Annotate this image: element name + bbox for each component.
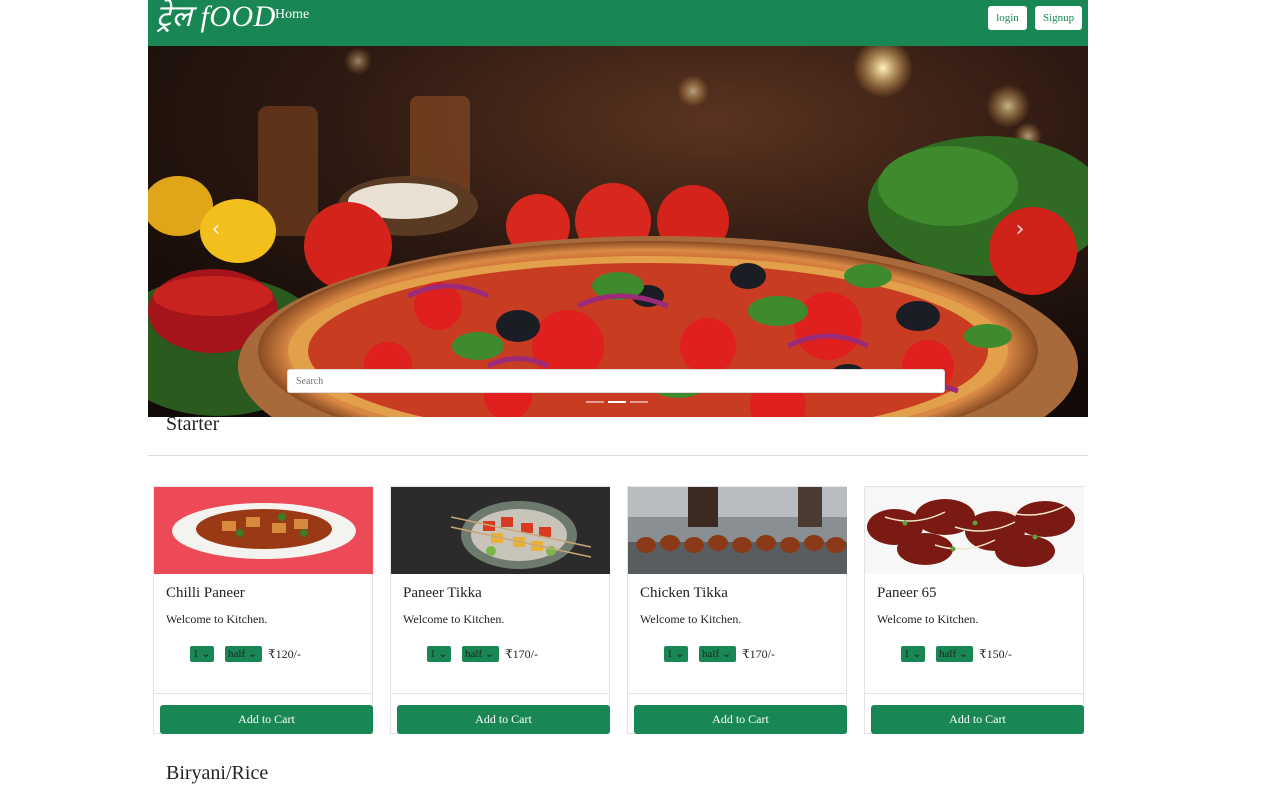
section-title-biryani-rice: Biryani/Rice (166, 762, 269, 784)
size-select[interactable]: half ⌄ (699, 646, 736, 662)
food-card: Chicken Tikka Welcome to Kitchen. 1 ⌄ ha… (627, 486, 847, 734)
chilli-paneer-image (154, 487, 373, 574)
price: ₹170/- (742, 647, 775, 661)
add-to-cart-button[interactable]: Add to Cart (871, 705, 1084, 734)
quantity-select[interactable]: 1 ⌄ (901, 646, 925, 662)
quantity-value: 1 (667, 648, 673, 660)
quantity-value: 1 (904, 648, 910, 660)
add-to-cart-button[interactable]: Add to Cart (634, 705, 847, 734)
page: ट्रेल fOOD Home login Signup ‹ › Search … (0, 0, 1280, 800)
signup-button[interactable]: Signup (1035, 6, 1082, 30)
chicken-tikka-image (628, 487, 847, 574)
card-divider (628, 693, 847, 694)
nav-home-link[interactable]: Home (275, 7, 309, 23)
size-select[interactable]: half ⌄ (936, 646, 973, 662)
add-to-cart-button[interactable]: Add to Cart (397, 705, 610, 734)
card-title: Paneer 65 (877, 585, 937, 601)
brand-logo[interactable]: ट्रेल fOOD (156, 0, 276, 34)
card-text: Welcome to Kitchen. (877, 612, 979, 626)
hero-carousel: ‹ › (148, 46, 1088, 417)
card-text: Welcome to Kitchen. (640, 612, 742, 626)
carousel-indicators (586, 401, 648, 403)
login-button[interactable]: login (988, 6, 1027, 30)
size-value: half (228, 648, 246, 660)
food-card: Paneer 65 Welcome to Kitchen. 1 ⌄ half ⌄… (864, 486, 1084, 734)
quantity-value: 1 (193, 648, 199, 660)
size-select[interactable]: half ⌄ (462, 646, 499, 662)
card-divider (391, 693, 610, 694)
size-value: half (702, 648, 720, 660)
food-card: Paneer Tikka Welcome to Kitchen. 1 ⌄ hal… (390, 486, 610, 734)
size-value: half (939, 648, 957, 660)
price: ₹150/- (979, 647, 1012, 661)
card-divider (154, 693, 373, 694)
size-select[interactable]: half ⌄ (225, 646, 262, 662)
carousel-indicator[interactable] (586, 401, 604, 403)
card-title: Chilli Paneer (166, 585, 245, 601)
carousel-indicator[interactable] (630, 401, 648, 403)
food-card: Chilli Paneer Welcome to Kitchen. 1 ⌄ ha… (153, 486, 373, 734)
carousel-next-icon[interactable]: › (1008, 218, 1032, 242)
quantity-select[interactable]: 1 ⌄ (427, 646, 451, 662)
carousel-indicator-active[interactable] (608, 401, 626, 403)
navbar: ट्रेल fOOD Home login Signup (148, 0, 1088, 46)
section-title-starter: Starter (166, 413, 220, 435)
search-input[interactable] (287, 369, 945, 393)
pizza-hero-image (148, 46, 1088, 417)
card-text: Welcome to Kitchen. (166, 612, 268, 626)
paneer-65-image (865, 487, 1084, 574)
add-to-cart-button[interactable]: Add to Cart (160, 705, 373, 734)
carousel-prev-icon[interactable]: ‹ (204, 218, 228, 242)
section-divider (148, 455, 1088, 456)
card-divider (865, 693, 1084, 694)
card-text: Welcome to Kitchen. (403, 612, 505, 626)
size-value: half (465, 648, 483, 660)
price: ₹170/- (505, 647, 538, 661)
paneer-tikka-image (391, 487, 610, 574)
quantity-select[interactable]: 1 ⌄ (190, 646, 214, 662)
quantity-select[interactable]: 1 ⌄ (664, 646, 688, 662)
card-title: Chicken Tikka (640, 585, 728, 601)
main-container: ट्रेल fOOD Home login Signup ‹ › Search … (148, 0, 1088, 784)
card-title: Paneer Tikka (403, 585, 482, 601)
price: ₹120/- (268, 647, 301, 661)
quantity-value: 1 (430, 648, 436, 660)
